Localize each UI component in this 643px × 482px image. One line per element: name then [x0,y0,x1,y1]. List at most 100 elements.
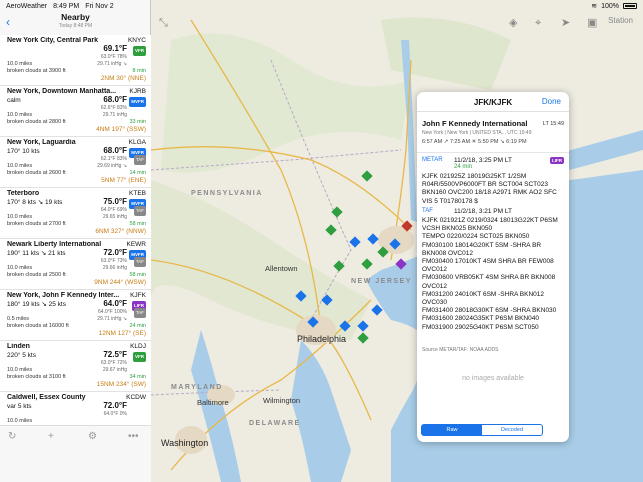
metar-age: 24 min [454,164,473,170]
taf-time: 11/2/18, 3:21 PM LT [454,208,512,215]
map-label-baltimore: Baltimore [197,398,229,407]
taf-badge: TAF [133,155,146,165]
map-canvas [151,0,643,482]
camera-icon[interactable]: ▣ [587,14,597,32]
station-sky: broken clouds at 2700 ft [7,221,66,227]
station-name: Newark Liberty International [7,241,102,248]
station-wind: 180° 19 kts ↘ 25 kts [7,301,66,308]
station-id: KEWR [126,241,147,248]
popup-station-info: John F Kennedy International LT 15:49 Ne… [417,112,569,145]
station-wind: 170° 8 kts ↘ 19 kts [7,199,63,206]
station-name: Linden [7,343,30,350]
station-age: 34 min [129,374,146,380]
station-row[interactable]: Caldwell, Essex County KCDW 72.0°F 64.0°F 0… [0,392,151,425]
station-wind: var 5 kts [7,403,32,410]
done-button[interactable]: Done [542,92,561,112]
station-temp: 75.0°F [103,197,127,206]
station-popup: JFK/KJFK Done John F Kennedy Internation… [417,92,569,442]
refresh-icon[interactable]: ↻ [8,432,16,442]
station-id: KLGA [128,139,146,146]
station-row[interactable]: New York City, Central Park KNYC 69.1°F 63.… [0,35,151,86]
station-row[interactable]: Teterboro KTEB 75.0°F 64.0°F 69% 10.0 miles 2… [0,188,151,239]
taf-text: KJFK 021921Z 0219/0324 18013G22KT P6SM V… [422,217,558,331]
station-name: Caldwell, Essex County [7,394,86,401]
station-sky: broken clouds at 2600 ft [7,170,66,176]
back-chevron-icon[interactable]: ‹ [6,16,10,28]
station-sky: broken clouds at 3900 ft [7,68,66,74]
station-altimeter: 29.71 inHg [102,112,127,118]
map-label-delaware: DELAWARE [249,420,301,427]
station-id: KLDJ [130,343,146,350]
sidebar-subtitle: Today 8:48 PM [58,23,93,29]
popup-title: JFK/KJFK [473,98,513,107]
popup-reports: METAR 11/2/18, 3:25 PM LT 24 min LIFR KJ… [417,153,569,413]
battery-icon [623,3,637,9]
sidebar-toolbar: ↻ + ⚙ ••• [0,425,151,482]
flight-category-badge: MVFR [129,97,146,107]
station-row[interactable]: New York, John F Kennedy Inter... KJFK 64.… [0,290,151,341]
layers-icon[interactable]: ◈ [509,14,517,32]
raw-tab[interactable]: Raw [422,425,482,435]
station-row[interactable]: New York, Downtown Manhatta... KJRB 68.0°F… [0,86,151,137]
popup-local-time: LT 15:49 [542,121,564,127]
station-distance: 5NM 77° (ENE) [101,177,146,184]
add-icon[interactable]: + [48,432,54,442]
taf-badge: TAF [133,308,146,318]
map-view[interactable]: PENNSYLVANIA NEW JERSEY MARYLAND DELAWAR… [151,0,643,482]
station-wind: calm [7,97,21,104]
expand-icon[interactable]: ⤡ [159,14,168,32]
battery-percent: 100% [601,2,619,10]
sidebar-header: ‹ Nearby Today 8:48 PM [0,12,151,34]
station-age: 33 min [129,119,146,125]
station-name: New York City, Central Park [7,37,99,44]
station-sky: broken clouds at 16000 ft [7,323,69,329]
status-bar: AeroWeather 8:49 PM Fri Nov 2 ≋ 100% [0,0,643,12]
station-distance: 12NM 127° (SE) [98,330,146,337]
station-id: KCDW [126,394,146,401]
station-row[interactable]: Linden KLDJ 72.5°F 63.0°F 72% 10.0 miles 29.6… [0,341,151,392]
status-time: 8:49 PM [53,2,80,10]
raw-decoded-toggle[interactable]: Raw Decoded [421,424,543,436]
status-app: AeroWeather [6,2,48,10]
station-temp: 72.0°F [103,248,127,257]
no-images-text: no images available [462,375,524,382]
station-row[interactable]: New York, Laguardia KLGA 68.0°F 62.1°F 83% 1… [0,137,151,188]
station-distance: 2NM 30° (NNE) [100,75,146,82]
map-label-philadelphia: Philadelphia [297,334,347,344]
taf-tag: TAF [422,208,433,214]
station-age: 24 min [129,323,146,329]
station-id: KTEB [129,190,146,197]
sidebar-title: Nearby [61,12,90,22]
station-dewpoint: 64.0°F 0% [103,411,127,417]
station-temp: 72.5°F [103,350,127,359]
station-distance: 4NM 197° (SSW) [96,126,146,133]
station-altimeter: 29.66 inHg [102,265,127,271]
location-arrow-icon[interactable]: ➤ [561,14,570,32]
station-wind: 220° 5 kts [7,352,36,359]
map-label-washington: Washington [161,438,209,448]
station-list: New York City, Central Park KNYC 69.1°F 63.… [0,35,151,425]
station-name: New York, Laguardia [7,139,76,146]
status-date: Fri Nov 2 [85,2,114,10]
decoded-tab[interactable]: Decoded [482,425,542,435]
station-age: 58 min [129,221,146,227]
station-sky: broken clouds at 3100 ft [7,374,66,380]
station-altimeter: 29.65 inHg [102,214,127,220]
popup-source: Source METAR/TAF: NOAA ADDS [422,347,499,353]
station-sky: broken clouds at 2500 ft [7,272,66,278]
metar-time: 11/2/18, 3:25 PM LT [454,157,512,164]
settings-gear-icon[interactable]: ⚙ [88,432,97,442]
station-row[interactable]: Newark Liberty International KEWR 72.0°F 63… [0,239,151,290]
station-distance: 6NM 327° (NNW) [95,228,146,235]
station-temp: 68.0°F [103,146,127,155]
more-icon[interactable]: ••• [128,432,139,442]
station-name: New York, John F Kennedy Inter... [7,292,119,299]
crosshair-icon[interactable]: ⌖ [535,14,541,32]
station-distance: 9NM 244° (WSW) [94,279,146,286]
metar-category-badge: LIFR [550,157,564,164]
station-age: 8 min [132,68,146,74]
popup-location: New York | New York | UNITED STA... UTC … [422,130,532,136]
metar-text: KJFK 021925Z 18019G25KT 1/2SM R04R/5500V… [422,173,557,205]
station-button[interactable]: Station [608,16,633,25]
sidebar: ‹ Nearby Today 8:48 PM New York City, Ce… [0,0,151,482]
